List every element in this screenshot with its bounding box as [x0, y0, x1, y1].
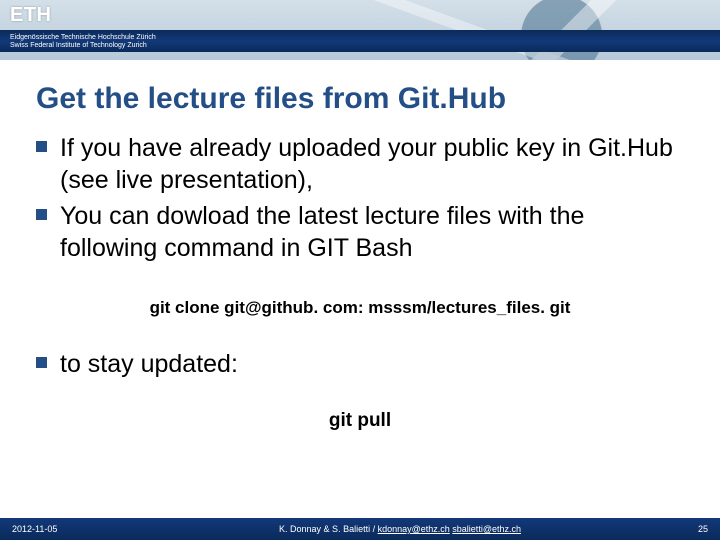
- header-banner: ETH Eidgenössische Technische Hochschule…: [0, 0, 720, 60]
- footer-email-1[interactable]: kdonnay@ethz.ch: [378, 524, 450, 534]
- git-clone-command: git clone git@github. com: msssm/lecture…: [36, 298, 684, 318]
- slide-body: If you have already uploaded your public…: [0, 126, 720, 518]
- footer-bar: 2012-11-05 K. Donnay & S. Balietti / kdo…: [0, 518, 720, 540]
- eth-subtitle-en: Swiss Federal Institute of Technology Zu…: [10, 42, 147, 49]
- footer-date: 2012-11-05: [12, 524, 132, 534]
- bullet-2: You can dowload the latest lecture files…: [36, 200, 684, 264]
- eth-subtitle: Eidgenössische Technische Hochschule Zür…: [10, 34, 156, 50]
- bullet-3: to stay updated:: [36, 348, 684, 380]
- eth-logo: ETH: [10, 4, 52, 27]
- bullet-list: If you have already uploaded your public…: [36, 132, 684, 264]
- footer-email-2[interactable]: sbalietti@ethz.ch: [452, 524, 521, 534]
- footer-author-names: K. Donnay & S. Balietti /: [279, 524, 378, 534]
- slide: ETH Eidgenössische Technische Hochschule…: [0, 0, 720, 540]
- footer-page-number: 25: [668, 524, 708, 534]
- bullet-list-2: to stay updated:: [36, 348, 684, 380]
- bullet-1: If you have already uploaded your public…: [36, 132, 684, 196]
- footer-authors: K. Donnay & S. Balietti / kdonnay@ethz.c…: [132, 524, 668, 534]
- eth-subtitle-de: Eidgenössische Technische Hochschule Zür…: [10, 34, 156, 41]
- slide-title: Get the lecture files from Git.Hub: [0, 60, 720, 126]
- git-pull-command: git pull: [36, 410, 684, 432]
